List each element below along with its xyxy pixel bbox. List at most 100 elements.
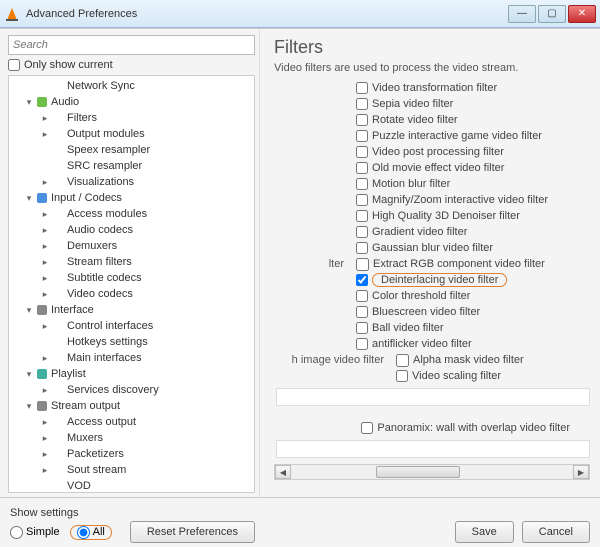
twisty-icon[interactable]: ▸ (39, 113, 51, 124)
filter-label: Video scaling filter (412, 370, 501, 382)
filter-checkbox[interactable] (356, 146, 368, 158)
tree-item[interactable]: ▸Subtitle codecs (9, 270, 254, 286)
section-label: h image video filter (274, 354, 384, 366)
tree-item[interactable]: ▾Playlist (9, 366, 254, 382)
scroll-left-icon[interactable]: ◀ (275, 465, 291, 479)
scroll-thumb[interactable] (376, 466, 461, 478)
tree-item[interactable]: ▸Stream filters (9, 254, 254, 270)
horizontal-scrollbar[interactable]: ◀▶ (274, 464, 590, 480)
filter-label: Magnify/Zoom interactive video filter (372, 194, 548, 206)
tree-item[interactable]: ▾Interface (9, 302, 254, 318)
scroll-right-icon[interactable]: ▶ (573, 465, 589, 479)
tree-item[interactable]: ▸Control interfaces (9, 318, 254, 334)
twisty-icon[interactable]: ▸ (39, 321, 51, 332)
tree-item[interactable]: ▸Demuxers (9, 238, 254, 254)
only-show-current-checkbox[interactable] (8, 59, 20, 71)
filter-checkbox[interactable] (356, 258, 369, 271)
tree-item-label: Access output (67, 416, 136, 428)
filter-checkbox[interactable] (356, 178, 368, 190)
filter-checkbox[interactable] (356, 194, 368, 206)
tree-item[interactable]: ▾Stream output (9, 398, 254, 414)
category-icon (51, 240, 65, 252)
filter-checkbox[interactable] (356, 306, 368, 318)
tree-item[interactable]: Speex resampler (9, 142, 254, 158)
twisty-icon[interactable]: ▸ (39, 353, 51, 364)
tree-item[interactable]: ▸Packetizers (9, 446, 254, 462)
filter-checkbox[interactable] (356, 114, 368, 126)
tree-item-label: Visualizations (67, 176, 134, 188)
twisty-icon[interactable]: ▾ (23, 369, 35, 380)
tree-item[interactable]: ▸Services discovery (9, 382, 254, 398)
tree-item[interactable]: ▸ Visualizations (9, 174, 254, 190)
category-icon (51, 208, 65, 220)
tree-item[interactable]: ▸Sout stream (9, 462, 254, 478)
filter-checkbox[interactable] (356, 274, 368, 286)
filter-checkbox[interactable] (356, 242, 368, 254)
twisty-icon[interactable]: ▸ (39, 209, 51, 220)
filter-checkbox[interactable] (396, 370, 408, 382)
filter-checkbox[interactable] (356, 338, 368, 350)
filter-checkbox[interactable] (356, 210, 368, 222)
twisty-icon[interactable]: ▸ (39, 465, 51, 476)
tree-item[interactable]: ▸Video codecs (9, 286, 254, 302)
tree-item[interactable]: SRC resampler (9, 158, 254, 174)
show-settings-group: Show settings Simple All Reset Preferenc… (10, 507, 255, 543)
filter-label: Old movie effect video filter (372, 162, 504, 174)
tree-item[interactable]: ▸Filters (9, 110, 254, 126)
filter-checkbox[interactable] (356, 322, 368, 334)
twisty-icon[interactable]: ▸ (39, 225, 51, 236)
only-show-current-row: Only show current (8, 59, 255, 71)
category-icon (35, 368, 49, 380)
radio-all[interactable]: All (70, 525, 112, 540)
twisty-icon[interactable]: ▸ (39, 177, 51, 188)
tree-item[interactable]: ▸Main interfaces (9, 350, 254, 366)
input-field[interactable] (276, 388, 590, 406)
minimize-button[interactable]: — (508, 5, 536, 23)
twisty-icon[interactable]: ▸ (39, 385, 51, 396)
twisty-icon[interactable]: ▸ (39, 257, 51, 268)
maximize-button[interactable]: ▢ (538, 5, 566, 23)
tree-item[interactable]: ▸Audio codecs (9, 222, 254, 238)
twisty-icon[interactable]: ▸ (39, 129, 51, 140)
tree-item[interactable]: Hotkeys settings (9, 334, 254, 350)
reset-preferences-button[interactable]: Reset Preferences (130, 521, 255, 543)
category-icon (51, 160, 65, 172)
tree-item[interactable]: Network Sync (9, 78, 254, 94)
filter-row: Motion blur filter (356, 176, 590, 192)
scroll-track[interactable] (291, 465, 573, 479)
tree-item[interactable]: ▸Muxers (9, 430, 254, 446)
twisty-icon[interactable]: ▸ (39, 433, 51, 444)
twisty-icon[interactable]: ▾ (23, 97, 35, 108)
twisty-icon[interactable]: ▸ (39, 449, 51, 460)
show-settings-label: Show settings (10, 507, 255, 519)
filter-checkbox[interactable] (356, 130, 368, 142)
tree-item[interactable]: ▾Input / Codecs (9, 190, 254, 206)
category-icon (51, 80, 65, 92)
twisty-icon[interactable]: ▸ (39, 289, 51, 300)
input-field[interactable] (276, 440, 590, 458)
twisty-icon[interactable]: ▾ (23, 305, 35, 316)
save-button[interactable]: Save (455, 521, 514, 543)
preferences-tree[interactable]: Network Sync▾Audio▸Filters▸Output module… (8, 75, 255, 493)
radio-simple[interactable]: Simple (10, 526, 60, 539)
filter-checkbox[interactable] (361, 422, 373, 434)
twisty-icon[interactable]: ▸ (39, 241, 51, 252)
filter-checkbox[interactable] (396, 354, 409, 367)
search-input[interactable] (8, 35, 255, 55)
tree-item[interactable]: ▾Audio (9, 94, 254, 110)
tree-item[interactable]: ▸ Access output (9, 414, 254, 430)
twisty-icon[interactable]: ▾ (23, 193, 35, 204)
tree-item[interactable]: ▸Access modules (9, 206, 254, 222)
filter-checkbox[interactable] (356, 98, 368, 110)
tree-item[interactable]: ▸Output modules (9, 126, 254, 142)
filter-checkbox[interactable] (356, 162, 368, 174)
tree-item[interactable]: VOD (9, 478, 254, 493)
filter-checkbox[interactable] (356, 290, 368, 302)
twisty-icon[interactable]: ▸ (39, 417, 51, 428)
twisty-icon[interactable]: ▸ (39, 273, 51, 284)
filter-checkbox[interactable] (356, 82, 368, 94)
cancel-button[interactable]: Cancel (522, 521, 590, 543)
filter-checkbox[interactable] (356, 226, 368, 238)
twisty-icon[interactable]: ▾ (23, 401, 35, 412)
close-button[interactable]: ✕ (568, 5, 596, 23)
